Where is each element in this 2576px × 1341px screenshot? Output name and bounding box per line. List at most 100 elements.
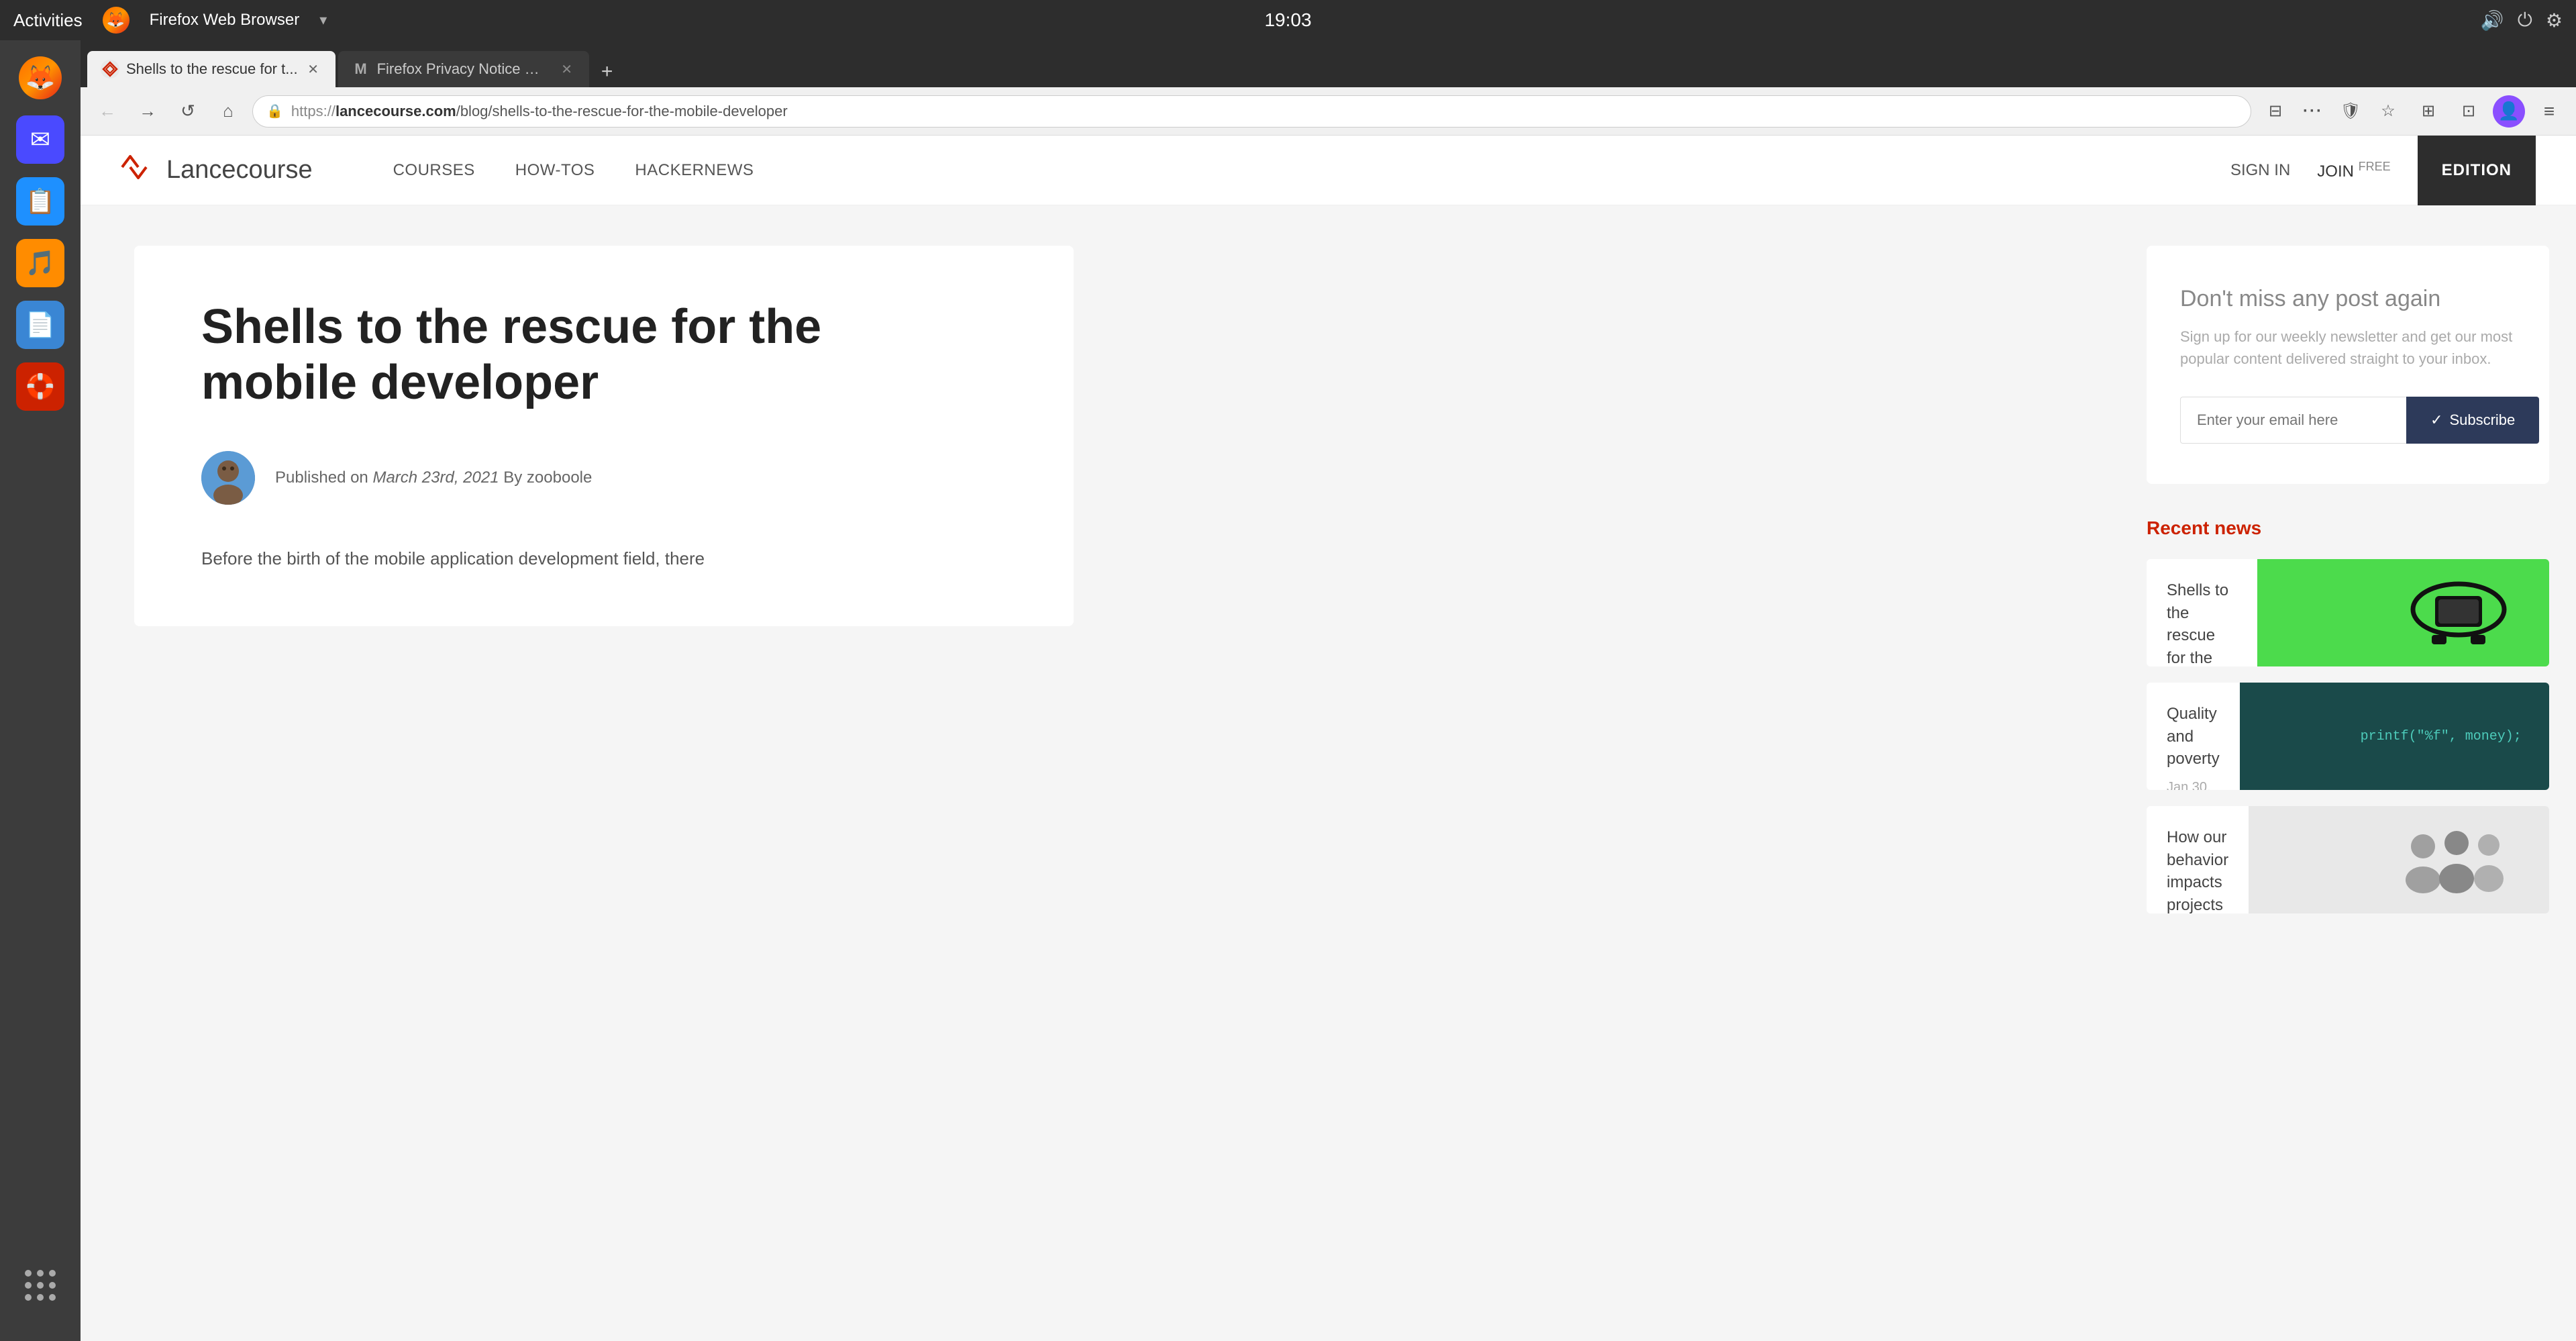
- join-label: JOIN: [2317, 162, 2354, 181]
- volume-icon[interactable]: 🔊: [2481, 9, 2504, 32]
- settings-icon[interactable]: ⚙: [2546, 9, 2563, 32]
- bookmark-button[interactable]: ☆: [2372, 95, 2404, 128]
- address-bar[interactable]: 🔒 https://lancecourse.com/blog/shells-to…: [252, 95, 2251, 128]
- taskbar-left: Activities 🦊 Firefox Web Browser ▾: [13, 7, 2461, 34]
- article-teaser: Before the birth of the mobile applicati…: [201, 545, 1007, 573]
- news-thumbnail-1: [2257, 559, 2549, 666]
- code-snippet: printf("%f", money);: [2354, 722, 2528, 751]
- site-content: Shells to the rescue for the mobile deve…: [81, 205, 2576, 1341]
- dot-icon: [25, 1282, 32, 1289]
- os-sidebar: 🦊 ✉ 📋 🎵 📄 🛟: [0, 40, 81, 1341]
- newsletter-title: Don't miss any post again: [2180, 286, 2516, 312]
- sidebar-toggle-button[interactable]: ⊞: [2412, 95, 2444, 128]
- browser-name-label: Firefox Web Browser: [150, 11, 300, 30]
- tab-title-mozilla: Firefox Privacy Notice —...: [377, 60, 552, 78]
- news-card-text-1: Shells to the rescue for the mobile deve…: [2147, 559, 2257, 666]
- firefox-taskbar-icon[interactable]: 🦊: [103, 7, 130, 34]
- sidebar-notes-icon[interactable]: 📋: [16, 177, 64, 226]
- news-card-title-1: Shells to the rescue for the mobile deve…: [2167, 579, 2237, 666]
- tab-lancecourse[interactable]: Shells to the rescue for t... ✕: [87, 51, 336, 87]
- navigation-bar: ← → ↺ ⌂ 🔒 https://lancecourse.com/blog/s…: [81, 87, 2576, 136]
- howtos-nav-link[interactable]: HOW-TOS: [515, 161, 595, 180]
- website-content: Lancecourse COURSES HOW-TOS HACKERNEWS S…: [81, 136, 2576, 1341]
- tab-close-mozilla[interactable]: ✕: [558, 60, 576, 78]
- lock-icon: 🔒: [266, 103, 283, 119]
- newsletter-form: ✓ Subscribe: [2180, 397, 2516, 444]
- join-free-label: FREE: [2359, 160, 2391, 173]
- right-sidebar: Don't miss any post again Sign up for ou…: [2120, 205, 2576, 1341]
- power-icon[interactable]: ⏻: [2518, 9, 2532, 32]
- subscribe-button[interactable]: ✓ Subscribe: [2406, 397, 2539, 444]
- nav-action-buttons: ⊟ ··· 🛡 ☆: [2259, 95, 2404, 128]
- recent-news-section: Recent news Shells to the rescue for the…: [2147, 517, 2549, 913]
- news-card-date-2: Jan 30, 2021: [2167, 780, 2220, 790]
- new-tab-button[interactable]: +: [592, 56, 623, 87]
- tab-favicon-mozilla: M: [352, 60, 370, 79]
- sidebar-music-icon[interactable]: 🎵: [16, 239, 64, 287]
- sidebar-dots-grid[interactable]: [25, 1270, 56, 1301]
- profile-button[interactable]: 👤: [2493, 95, 2525, 128]
- taskbar-right: 🔊 ⏻ ⚙: [2481, 9, 2563, 32]
- published-author: zooboole: [527, 468, 592, 487]
- email-input[interactable]: [2180, 397, 2406, 444]
- browser-chrome: Shells to the rescue for t... ✕ M Firefo…: [81, 40, 2576, 1341]
- home-button[interactable]: ⌂: [212, 95, 244, 128]
- logo-icon: [121, 154, 158, 187]
- site-navigation: Lancecourse COURSES HOW-TOS HACKERNEWS S…: [81, 136, 2576, 205]
- activities-label[interactable]: Activities: [13, 10, 83, 31]
- url-path: /blog/shells-to-the-rescue-for-the-mobil…: [456, 103, 788, 119]
- news-thumbnail-2: printf("%f", money);: [2240, 683, 2549, 790]
- taskbar-clock: 19:03: [1264, 9, 1311, 31]
- published-label: Published on: [275, 468, 368, 487]
- news-thumbnail-3: [2249, 806, 2549, 913]
- tab-view-button[interactable]: ⊡: [2453, 95, 2485, 128]
- site-nav-links: COURSES HOW-TOS HACKERNEWS: [393, 161, 2230, 180]
- sidebar-writer-icon[interactable]: 📄: [16, 301, 64, 349]
- tab-mozilla[interactable]: M Firefox Privacy Notice —... ✕: [338, 51, 589, 87]
- tab-close-lancecourse[interactable]: ✕: [305, 60, 322, 78]
- published-by: By: [503, 468, 522, 487]
- sidebar-firefox-icon[interactable]: 🦊: [16, 54, 64, 102]
- reader-view-button[interactable]: ⊟: [2259, 95, 2291, 128]
- news-card-3[interactable]: How our behavior impacts projects: [2147, 806, 2549, 913]
- site-nav-right: SIGN IN JOIN FREE EDITION: [2230, 136, 2536, 205]
- dot-icon: [25, 1294, 32, 1301]
- newsletter-box: Don't miss any post again Sign up for ou…: [2147, 246, 2549, 484]
- sidebar-help-icon[interactable]: 🛟: [16, 362, 64, 411]
- more-options-button[interactable]: ···: [2297, 95, 2329, 128]
- courses-nav-link[interactable]: COURSES: [393, 161, 475, 180]
- tab-favicon-lance: [101, 60, 119, 79]
- edition-button[interactable]: EDITION: [2418, 136, 2536, 205]
- dot-icon: [37, 1270, 44, 1277]
- dot-icon: [37, 1282, 44, 1289]
- subscribe-label: Subscribe: [2449, 411, 2515, 429]
- news-card-2[interactable]: Quality and poverty Jan 30, 2021 printf(…: [2147, 683, 2549, 790]
- logo-text: Lancecourse: [166, 156, 313, 185]
- hamburger-menu-button[interactable]: ≡: [2533, 95, 2565, 128]
- dot-icon: [25, 1270, 32, 1277]
- url-protocol: https://: [291, 103, 336, 119]
- back-button[interactable]: ←: [91, 95, 123, 128]
- os-taskbar: Activities 🦊 Firefox Web Browser ▾ 19:03…: [0, 0, 2576, 40]
- recent-news-title: Recent news: [2147, 517, 2549, 539]
- dot-icon: [49, 1282, 56, 1289]
- news-card-title-2: Quality and poverty: [2167, 703, 2220, 771]
- dropdown-arrow-icon[interactable]: ▾: [319, 11, 327, 29]
- url-host: lancecourse.com: [336, 103, 456, 119]
- reload-button[interactable]: ↺: [172, 95, 204, 128]
- dot-icon: [49, 1294, 56, 1301]
- sidebar-mail-icon[interactable]: ✉: [16, 115, 64, 164]
- published-text: Published on March 23rd, 2021 By zoobool…: [275, 468, 592, 487]
- pocket-button[interactable]: 🛡: [2334, 95, 2367, 128]
- news-card-1[interactable]: Shells to the rescue for the mobile deve…: [2147, 559, 2549, 666]
- join-button[interactable]: JOIN FREE: [2317, 160, 2390, 181]
- author-avatar: [201, 451, 255, 505]
- forward-button[interactable]: →: [132, 95, 164, 128]
- article-title: Shells to the rescue for the mobile deve…: [201, 299, 872, 411]
- hackernews-nav-link[interactable]: HACKERNEWS: [635, 161, 754, 180]
- dot-icon: [49, 1270, 56, 1277]
- site-logo[interactable]: Lancecourse: [121, 154, 313, 187]
- tab-title-lancecourse: Shells to the rescue for t...: [126, 60, 298, 78]
- signin-button[interactable]: SIGN IN: [2230, 161, 2290, 180]
- article-card: Shells to the rescue for the mobile deve…: [134, 246, 1074, 626]
